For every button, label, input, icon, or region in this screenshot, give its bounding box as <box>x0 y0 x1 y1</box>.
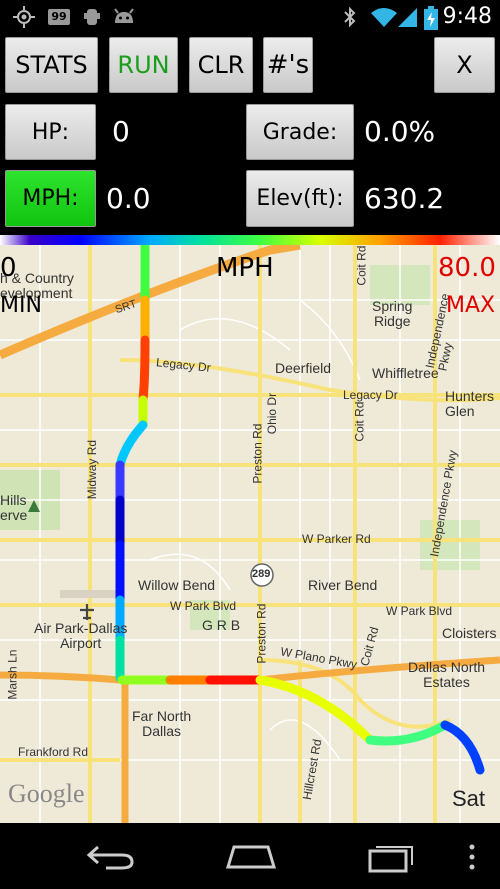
back-icon[interactable] <box>86 843 136 871</box>
map-label: Deerfield <box>275 360 332 376</box>
navigation-bar <box>0 823 500 889</box>
battery-charging-icon <box>424 6 438 30</box>
route-289-label: 289 <box>252 568 271 580</box>
map-label: Midway Rd <box>85 439 100 500</box>
map-label: Coit Rd <box>354 245 369 286</box>
map-roads <box>0 240 500 823</box>
gps-icon <box>13 6 35 28</box>
map-label: W Parker Rd <box>302 532 371 546</box>
hp-button[interactable]: HP: <box>5 104 96 160</box>
map-label: Hunters Glen <box>445 388 495 420</box>
close-button[interactable]: X <box>434 37 495 93</box>
map-label: Far North Dallas <box>132 708 192 740</box>
overflow-menu-icon[interactable] <box>468 843 476 871</box>
map-label: Hills erve <box>0 492 28 524</box>
grade-value: 0.0% <box>364 115 436 148</box>
map-label: Frankford Rd <box>18 745 89 759</box>
map-label: Spring Ridge <box>372 298 413 330</box>
mph-value: 0.0 <box>106 182 151 215</box>
map-label: Ohio Dr <box>265 392 280 435</box>
elevation-button[interactable]: Elev(ft): <box>246 170 354 227</box>
clear-button[interactable]: CLR <box>189 37 253 93</box>
map-label: River Bend <box>308 577 378 593</box>
home-icon[interactable] <box>224 843 278 869</box>
speed-color-scale <box>0 235 500 245</box>
bluetooth-icon <box>344 6 356 28</box>
speed-unit-label: MPH <box>216 253 274 283</box>
map-label: Whiffletree <box>372 365 439 381</box>
stats-button[interactable]: STATS <box>5 37 98 93</box>
map-label: Coit Rd <box>352 401 367 442</box>
counts-button[interactable]: #'s <box>263 37 313 93</box>
mph-button[interactable]: MPH: <box>5 170 96 227</box>
speed-min-value: 0 <box>0 253 17 283</box>
map-label: Willow Bend <box>138 577 216 593</box>
map-label: Marsh Ln <box>5 649 20 700</box>
speed-max-value: 80.0 <box>438 253 496 283</box>
run-button[interactable]: RUN <box>109 37 178 93</box>
hp-value: 0 <box>112 115 130 148</box>
signal-icon <box>398 8 417 27</box>
airport-runway <box>60 590 120 598</box>
map-label: Sat <box>452 786 486 811</box>
map-view[interactable]: h & Country evelopment SRT Coit Rd Indep… <box>0 235 500 823</box>
map-label: Dallas North Estates <box>408 659 486 691</box>
status-bar: 99 9:48 <box>0 0 500 34</box>
notification-99-icon: 99 <box>48 9 70 25</box>
map-label: W Park Blvd <box>170 599 237 613</box>
map-label: W Park Blvd <box>386 604 453 618</box>
speed-min-label: MIN <box>0 293 42 318</box>
google-attribution: Google <box>8 779 85 808</box>
elevation-value: 630.2 <box>364 182 445 215</box>
map-label: Air Park-Dallas Airport <box>34 620 128 652</box>
map-label: Legacy Dr <box>343 388 398 402</box>
clock: 9:48 <box>442 4 492 29</box>
recent-apps-icon[interactable] <box>366 841 416 873</box>
wifi-icon <box>371 8 397 27</box>
speed-max-label: MAX <box>446 293 496 318</box>
usb-debug-icon <box>84 9 100 25</box>
map-label: G R B <box>202 617 241 633</box>
grade-button[interactable]: Grade: <box>246 104 354 160</box>
android-icon <box>114 8 134 23</box>
map-label: Preston Rd <box>250 423 265 484</box>
map-label: Preston Rd <box>254 603 269 664</box>
map-label: Cloisters <box>442 625 497 641</box>
